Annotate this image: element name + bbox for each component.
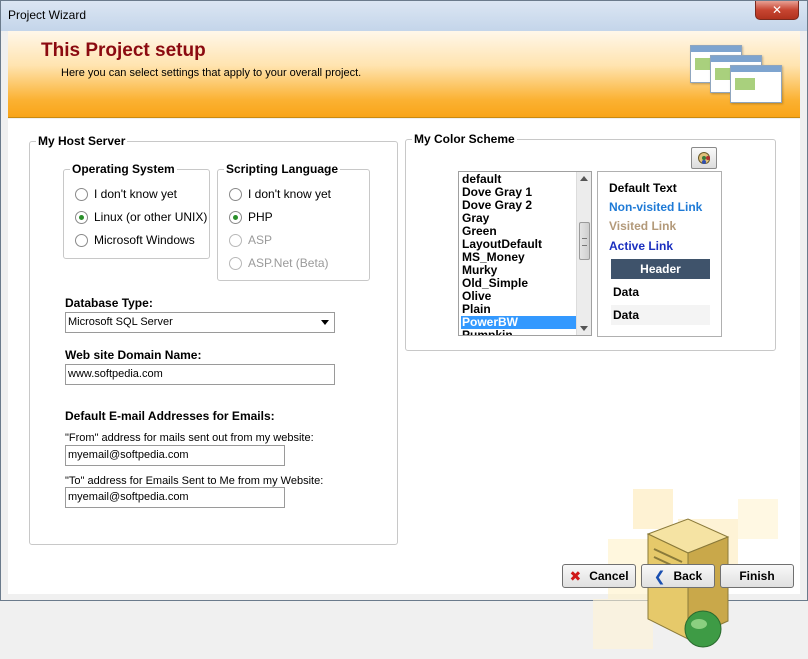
screenshots-graphic — [690, 45, 782, 103]
os-group: Operating System I don't know yet Linux … — [63, 162, 210, 259]
script-option-asp[interactable]: ASP — [229, 233, 272, 247]
radio-icon — [75, 187, 88, 201]
os-option-unknown[interactable]: I don't know yet — [75, 187, 177, 201]
radio-icon — [229, 233, 242, 247]
host-server-group: My Host Server Operating System I don't … — [29, 134, 398, 545]
palette-button[interactable] — [691, 147, 717, 169]
script-option-unknown[interactable]: I don't know yet — [229, 187, 331, 201]
host-server-label: My Host Server — [36, 134, 128, 148]
preview-header: Header — [611, 259, 710, 279]
radio-checked-icon — [229, 210, 242, 224]
radio-checked-icon — [75, 210, 88, 224]
scroll-up-icon[interactable] — [580, 176, 588, 181]
domain-input[interactable]: www.softpedia.com — [65, 364, 335, 385]
script-option-php[interactable]: PHP — [229, 210, 273, 224]
wizard-banner: This Project setup Here you can select s… — [8, 31, 800, 118]
project-wizard-window: Project Wizard ✕ This Project setup Here… — [0, 0, 808, 649]
db-type-label: Database Type: — [65, 296, 153, 310]
red-x-icon: ✖ — [569, 567, 582, 584]
color-scheme-list[interactable]: default Dove Gray 1 Dove Gray 2 Gray Green La… — [458, 171, 592, 336]
radio-icon — [229, 187, 242, 201]
list-scrollbar[interactable] — [576, 172, 591, 335]
radio-icon — [229, 256, 242, 270]
preview-data-row-alt: Data — [611, 305, 710, 325]
os-label: Operating System — [70, 162, 177, 176]
scheme-list: default Dove Gray 1 Dove Gray 2 Gray Green La… — [461, 173, 577, 336]
page-title: This Project setup — [41, 40, 206, 61]
scroll-down-icon[interactable] — [580, 326, 588, 331]
page-subtitle: Here you can select settings that apply … — [61, 67, 362, 79]
back-button[interactable]: ❮ Back — [641, 564, 715, 588]
os-option-windows[interactable]: Microsoft Windows — [75, 233, 195, 247]
preview-data-row: Data — [613, 285, 640, 299]
cancel-button[interactable]: ✖ Cancel — [562, 564, 636, 588]
color-scheme-label: My Color Scheme — [412, 132, 517, 146]
scheme-item[interactable]: Pumpkin — [461, 329, 577, 336]
preview-active-link: Active Link — [609, 239, 674, 253]
db-type-select[interactable]: Microsoft SQL Server — [65, 312, 335, 333]
window-title: Project Wizard — [8, 8, 87, 22]
preview-nonvisited-link: Non-visited Link — [609, 200, 703, 214]
wizard-content: My Host Server Operating System I don't … — [8, 119, 800, 649]
scroll-thumb[interactable] — [579, 222, 590, 260]
chevron-down-icon — [321, 320, 329, 325]
preview-visited-link: Visited Link — [609, 219, 677, 233]
to-label: "To" address for Emails Sent to Me from … — [65, 475, 324, 487]
color-preview: Default Text Non-visited Link Visited Li… — [597, 171, 722, 337]
os-option-linux[interactable]: Linux (or other UNIX) — [75, 210, 207, 224]
preview-default-text: Default Text — [609, 181, 677, 195]
palette-icon — [698, 152, 710, 164]
radio-icon — [75, 233, 88, 247]
title-bar: Project Wizard ✕ — [1, 1, 807, 31]
scripting-group: Scripting Language I don't know yet PHP … — [217, 162, 370, 281]
emails-label: Default E-mail Addresses for Emails: — [65, 409, 275, 423]
from-email-input[interactable]: myemail@softpedia.com — [65, 445, 285, 466]
finish-button[interactable]: Finish — [720, 564, 794, 588]
close-button[interactable]: ✕ — [755, 1, 799, 20]
from-label: "From" address for mails sent out from m… — [65, 432, 314, 444]
to-email-input[interactable]: myemail@softpedia.com — [65, 487, 285, 508]
back-arrow-icon: ❮ — [653, 567, 666, 584]
script-option-aspnet[interactable]: ASP.Net (Beta) — [229, 256, 328, 270]
domain-label: Web site Domain Name: — [65, 348, 202, 362]
scripting-label: Scripting Language — [224, 162, 341, 176]
